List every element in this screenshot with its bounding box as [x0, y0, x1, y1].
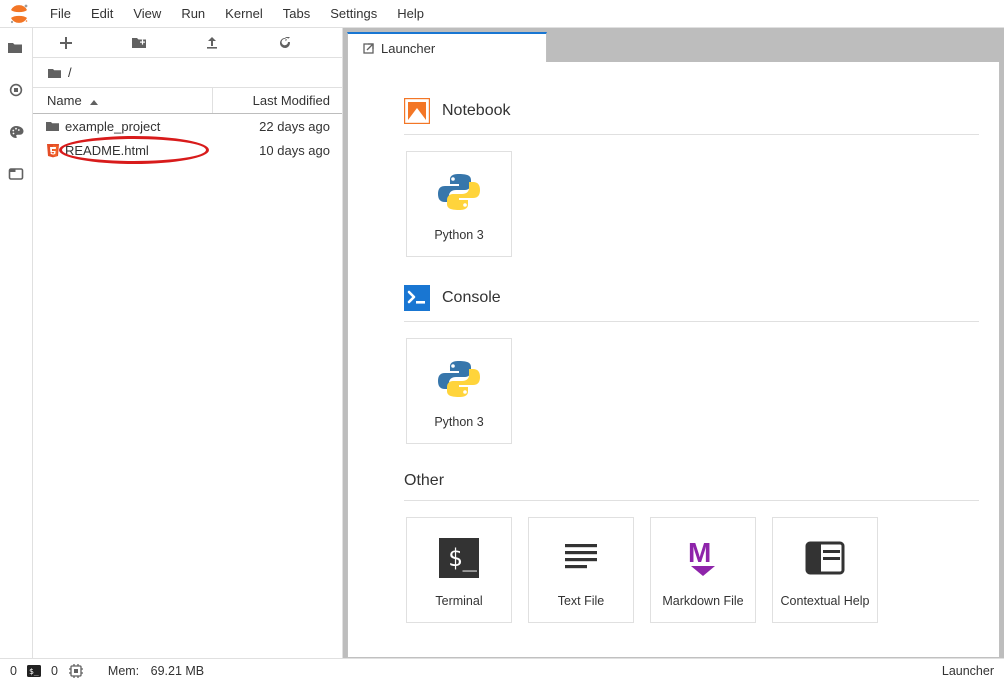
- folder-icon: [43, 119, 61, 133]
- filebrowser-tab-icon[interactable]: [6, 38, 26, 58]
- notebook-section-icon: [404, 98, 430, 124]
- jupyter-logo-icon[interactable]: [8, 3, 30, 25]
- refresh-button[interactable]: [277, 35, 317, 51]
- section-title: Other: [404, 472, 444, 490]
- section-title: Notebook: [442, 102, 511, 120]
- column-modified-label: Last Modified: [253, 93, 330, 108]
- menu-kernel[interactable]: Kernel: [215, 2, 273, 25]
- section-title: Console: [442, 289, 501, 307]
- section-divider: [404, 321, 979, 322]
- new-folder-button[interactable]: [131, 35, 171, 51]
- status-mem[interactable]: Mem: 69.21 MB: [108, 664, 204, 678]
- card-label: Markdown File: [662, 594, 743, 608]
- filebrowser-header[interactable]: Name Last Modified: [33, 88, 342, 114]
- section-divider: [404, 500, 979, 501]
- console-section-icon: [404, 285, 430, 311]
- filebrowser-panel: / Name Last Modified example_project 22 …: [33, 28, 343, 658]
- card-console-python3[interactable]: Python 3: [406, 338, 512, 444]
- card-label: Python 3: [434, 415, 483, 429]
- status-chip-icon[interactable]: [68, 663, 84, 679]
- filebrowser-toolbar: [33, 28, 342, 58]
- breadcrumb-root: /: [68, 65, 72, 80]
- menu-file[interactable]: File: [40, 2, 81, 25]
- launcher-section-console: Console Python 3: [404, 285, 979, 444]
- card-textfile[interactable]: Text File: [528, 517, 634, 623]
- palette-tab-icon[interactable]: [6, 122, 26, 142]
- main-dock: Launcher Notebook Python 3: [343, 28, 1004, 658]
- file-modified: 10 days ago: [212, 143, 342, 158]
- python-icon: [433, 166, 485, 218]
- python-icon: [433, 353, 485, 405]
- tab-launcher[interactable]: Launcher: [347, 32, 547, 62]
- folder-icon: [47, 66, 62, 80]
- running-tab-icon[interactable]: [6, 80, 26, 100]
- terminal-icon: [433, 532, 485, 584]
- card-notebook-python3[interactable]: Python 3: [406, 151, 512, 257]
- tab-bar: Launcher: [347, 32, 1000, 62]
- launcher-icon: [362, 42, 375, 55]
- help-icon: [799, 532, 851, 584]
- status-diagnostics-count[interactable]: 0: [10, 664, 17, 678]
- statusbar: 0 0 Mem: 69.21 MB Launcher: [0, 658, 1004, 682]
- launcher-section-notebook: Notebook Python 3: [404, 98, 979, 257]
- file-modified: 22 days ago: [212, 119, 342, 134]
- tab-title: Launcher: [381, 41, 435, 56]
- chip-icon: [68, 663, 84, 679]
- sort-caret-icon: [86, 95, 98, 107]
- file-row-html[interactable]: README.html 10 days ago: [33, 138, 342, 162]
- menubar: File Edit View Run Kernel Tabs Settings …: [0, 0, 1004, 28]
- file-row-folder[interactable]: example_project 22 days ago: [33, 114, 342, 138]
- status-kernels-count[interactable]: 0: [51, 664, 58, 678]
- menu-run[interactable]: Run: [171, 2, 215, 25]
- card-markdown[interactable]: Markdown File: [650, 517, 756, 623]
- tabs-tab-icon[interactable]: [6, 164, 26, 184]
- card-label: Python 3: [434, 228, 483, 242]
- main-area: / Name Last Modified example_project 22 …: [0, 28, 1004, 658]
- status-lsp[interactable]: [27, 665, 41, 677]
- column-name-label: Name: [47, 93, 82, 108]
- file-name: README.html: [61, 143, 212, 158]
- menu-edit[interactable]: Edit: [81, 2, 123, 25]
- upload-button[interactable]: [204, 35, 244, 51]
- menu-view[interactable]: View: [123, 2, 171, 25]
- file-name: example_project: [61, 119, 212, 134]
- mem-value: 69.21 MB: [151, 664, 205, 678]
- card-label: Contextual Help: [781, 594, 870, 608]
- filebrowser-breadcrumb[interactable]: /: [33, 58, 342, 88]
- textfile-icon: [555, 532, 607, 584]
- status-current-tab[interactable]: Launcher: [942, 664, 994, 678]
- card-terminal[interactable]: Terminal: [406, 517, 512, 623]
- menu-tabs[interactable]: Tabs: [273, 2, 320, 25]
- new-launcher-button[interactable]: [58, 35, 98, 51]
- card-label: Text File: [558, 594, 605, 608]
- card-contextual-help[interactable]: Contextual Help: [772, 517, 878, 623]
- menu-help[interactable]: Help: [387, 2, 434, 25]
- mem-label: Mem:: [108, 664, 139, 678]
- left-sidebar-rail: [0, 28, 33, 658]
- markdown-icon: [677, 532, 729, 584]
- menu-settings[interactable]: Settings: [320, 2, 387, 25]
- html-file-icon: [43, 143, 61, 158]
- launcher-section-other: Other Terminal Text File Markdown File: [404, 472, 979, 623]
- card-label: Terminal: [435, 594, 482, 608]
- section-divider: [404, 134, 979, 135]
- launcher-content: Notebook Python 3 Console: [347, 62, 1000, 658]
- lsp-icon: [27, 665, 41, 677]
